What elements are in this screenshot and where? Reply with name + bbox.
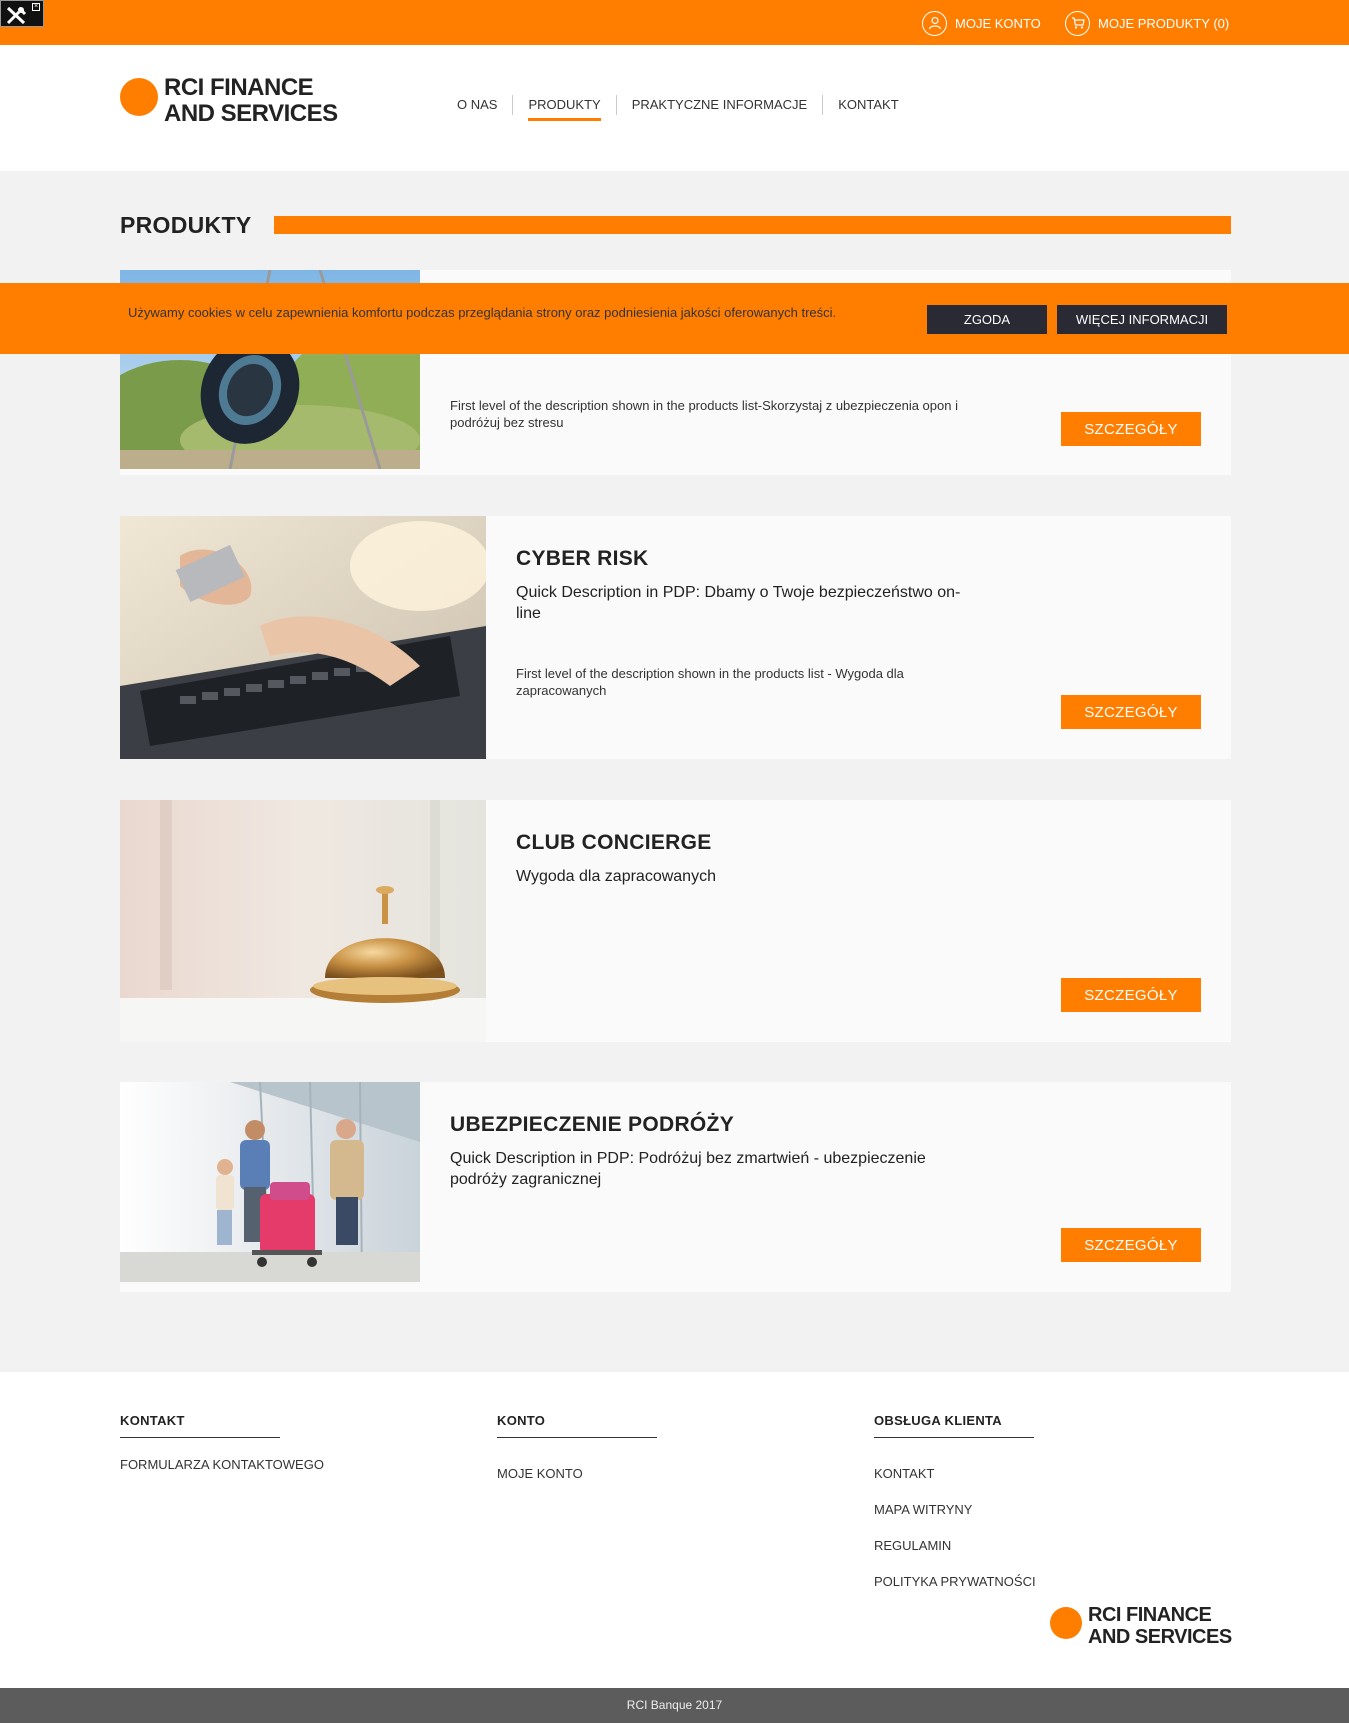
logo-line-1: RCI FINANCE [164, 74, 314, 101]
cart-icon [1065, 10, 1090, 36]
laptop-typing-image [120, 516, 486, 759]
cookie-banner: Używamy cookies w celu zapewnienia komfo… [0, 283, 1349, 354]
footer: KONTAKT FORMULARZA KONTAKTOWEGO KONTO MO… [0, 1372, 1349, 1688]
nav-item-kontakt[interactable]: KONTAKT [822, 95, 913, 115]
product-title: UBEZPIECZENIE PODRÓŻY [450, 1113, 734, 1136]
details-button[interactable]: SZCZEGÓŁY [1061, 412, 1201, 446]
product-quick-description: Wygoda dla zapracowanych [516, 868, 716, 885]
nav-item-o-nas[interactable]: O NAS [442, 95, 512, 115]
logo-circle-icon [1050, 1607, 1082, 1639]
main-nav: O NAS PRODUKTY PRAKTYCZNE INFORMACJE KON… [442, 95, 914, 121]
product-card-travel: UBEZPIECZENIE PODRÓŻY Quick Description … [120, 1082, 1231, 1292]
footer-heading: OBSŁUGA KLIENTA [874, 1413, 1034, 1438]
my-products-link[interactable]: MOJE PRODUKTY (0) [1065, 10, 1229, 36]
product-quick-description: Quick Description in PDP: Podróżuj bez z… [450, 1150, 926, 1188]
copyright-bar: RCI Banque 2017 [0, 1688, 1349, 1723]
title-accent-bar [274, 216, 1231, 234]
footer-col-kontakt: KONTAKT FORMULARZA KONTAKTOWEGO [120, 1413, 324, 1474]
family-travel-image [120, 1082, 420, 1282]
page: × MOJE KONTO MOJE PRODUKTY (0) RCI FINAN… [0, 0, 1349, 1723]
footer-col-konto: KONTO MOJE KONTO [497, 1413, 657, 1483]
details-button[interactable]: SZCZEGÓŁY [1061, 695, 1201, 729]
product-title: CLUB CONCIERGE [516, 831, 712, 854]
cookie-text: Używamy cookies w celu zapewnienia komfo… [128, 305, 837, 320]
footer-link-kontakt[interactable]: KONTAKT [874, 1464, 1036, 1483]
brand-logo[interactable]: RCI FINANCE AND SERVICES [120, 75, 338, 127]
top-bar: × MOJE KONTO MOJE PRODUKTY (0) [0, 0, 1349, 45]
footer-link-sitemap[interactable]: MAPA WITRYNY [874, 1500, 1036, 1519]
dev-tools-icon[interactable]: × [0, 0, 44, 27]
footer-col-customer-service: OBSŁUGA KLIENTA KONTAKT MAPA WITRYNY REG… [874, 1413, 1036, 1591]
my-account-link[interactable]: MOJE KONTO [922, 10, 1041, 36]
header: RCI FINANCE AND SERVICES O NAS PRODUKTY … [0, 45, 1349, 171]
footer-link-contact-form[interactable]: FORMULARZA KONTAKTOWEGO [120, 1455, 324, 1474]
cookie-accept-button[interactable]: ZGODA [927, 305, 1047, 334]
product-quick-description: Quick Description in PDP: Dbamy o Twoje … [516, 584, 961, 622]
logo-circle-icon [120, 78, 158, 116]
details-button[interactable]: SZCZEGÓŁY [1061, 978, 1201, 1012]
my-account-label: MOJE KONTO [955, 15, 1041, 31]
logo-line-2: AND SERVICES [164, 100, 338, 127]
product-card-cyber-risk: CYBER RISK Quick Description in PDP: Dba… [120, 516, 1231, 759]
page-title: PRODUKTY [120, 212, 252, 238]
details-button[interactable]: SZCZEGÓŁY [1061, 1228, 1201, 1262]
my-products-label: MOJE PRODUKTY (0) [1098, 15, 1230, 31]
product-description: First level of the description shown in … [450, 398, 958, 430]
user-icon [922, 10, 947, 36]
product-description: First level of the description shown in … [516, 666, 904, 698]
footer-heading: KONTO [497, 1413, 657, 1438]
nav-item-produkty[interactable]: PRODUKTY [512, 95, 615, 121]
product-card-club-concierge: CLUB CONCIERGE Wygoda dla zapracowanych … [120, 800, 1231, 1042]
cookie-more-info-button[interactable]: WIĘCEJ INFORMACJI [1057, 305, 1227, 334]
logo-line-2: AND SERVICES [1088, 1626, 1232, 1648]
product-title: CYBER RISK [516, 547, 649, 570]
footer-link-terms[interactable]: REGULAMIN [874, 1536, 1036, 1555]
footer-heading: KONTAKT [120, 1413, 280, 1438]
footer-brand-logo[interactable]: RCI FINANCE AND SERVICES [1050, 1604, 1232, 1648]
service-bell-image [120, 800, 486, 1042]
footer-link-my-account[interactable]: MOJE KONTO [497, 1464, 657, 1483]
footer-link-privacy-policy[interactable]: POLITYKA PRYWATNOŚCI [874, 1572, 1036, 1591]
logo-line-1: RCI FINANCE [1088, 1604, 1212, 1626]
nav-item-praktyczne-informacje[interactable]: PRAKTYCZNE INFORMACJE [615, 95, 823, 115]
